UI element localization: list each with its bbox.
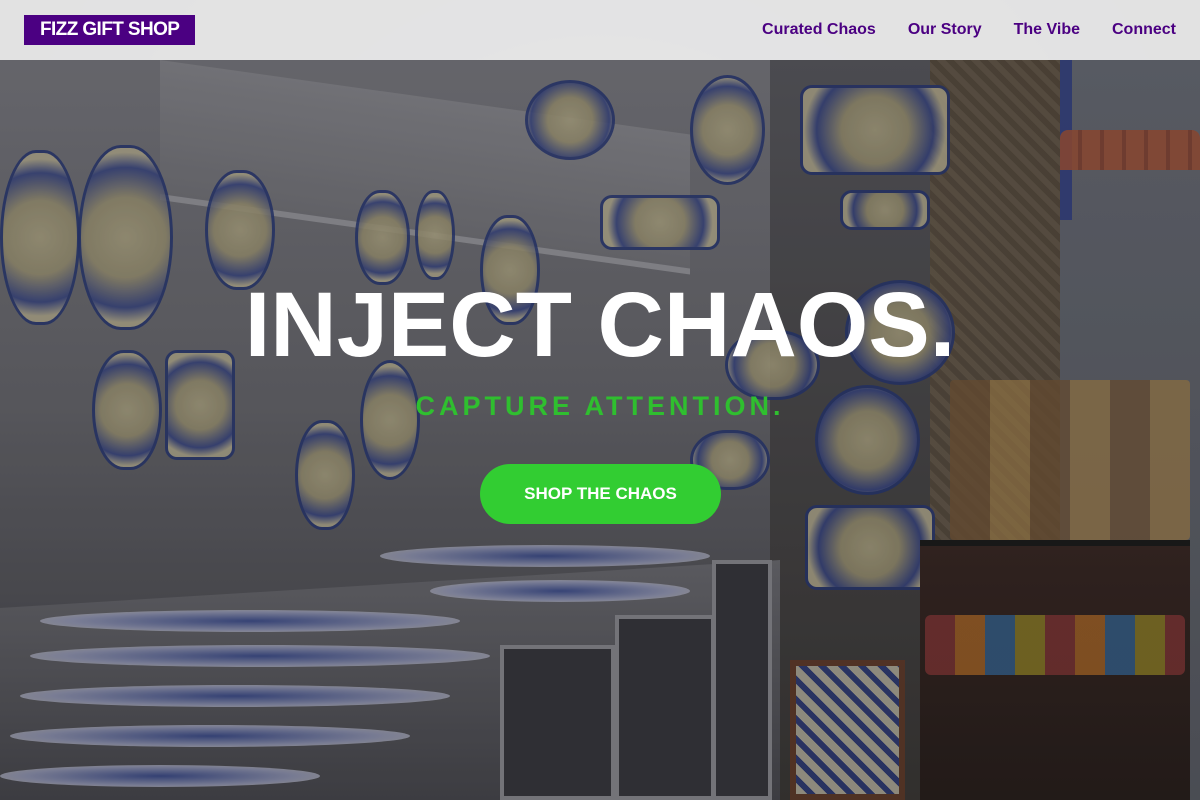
hero-section: INJECT CHAOS. CAPTURE ATTENTION. SHOP TH… (0, 0, 1200, 800)
site-logo[interactable]: FIZZ GIFT SHOP (24, 15, 196, 45)
nav-links: Curated Chaos Our Story The Vibe Connect (762, 21, 1176, 39)
nav-link-curated-chaos[interactable]: Curated Chaos (762, 21, 876, 39)
nav-link-our-story[interactable]: Our Story (908, 21, 982, 39)
hero-headline: INJECT CHAOS. (244, 274, 956, 376)
page: FIZZ GIFT SHOP Curated Chaos Our Story T… (0, 0, 1200, 800)
top-navbar: FIZZ GIFT SHOP Curated Chaos Our Story T… (0, 0, 1200, 60)
hero-subheadline: CAPTURE ATTENTION. (415, 391, 785, 421)
nav-link-the-vibe[interactable]: The Vibe (1014, 21, 1080, 39)
nav-link-connect[interactable]: Connect (1112, 21, 1176, 39)
shop-the-chaos-button[interactable]: SHOP THE CHAOS (480, 464, 721, 524)
